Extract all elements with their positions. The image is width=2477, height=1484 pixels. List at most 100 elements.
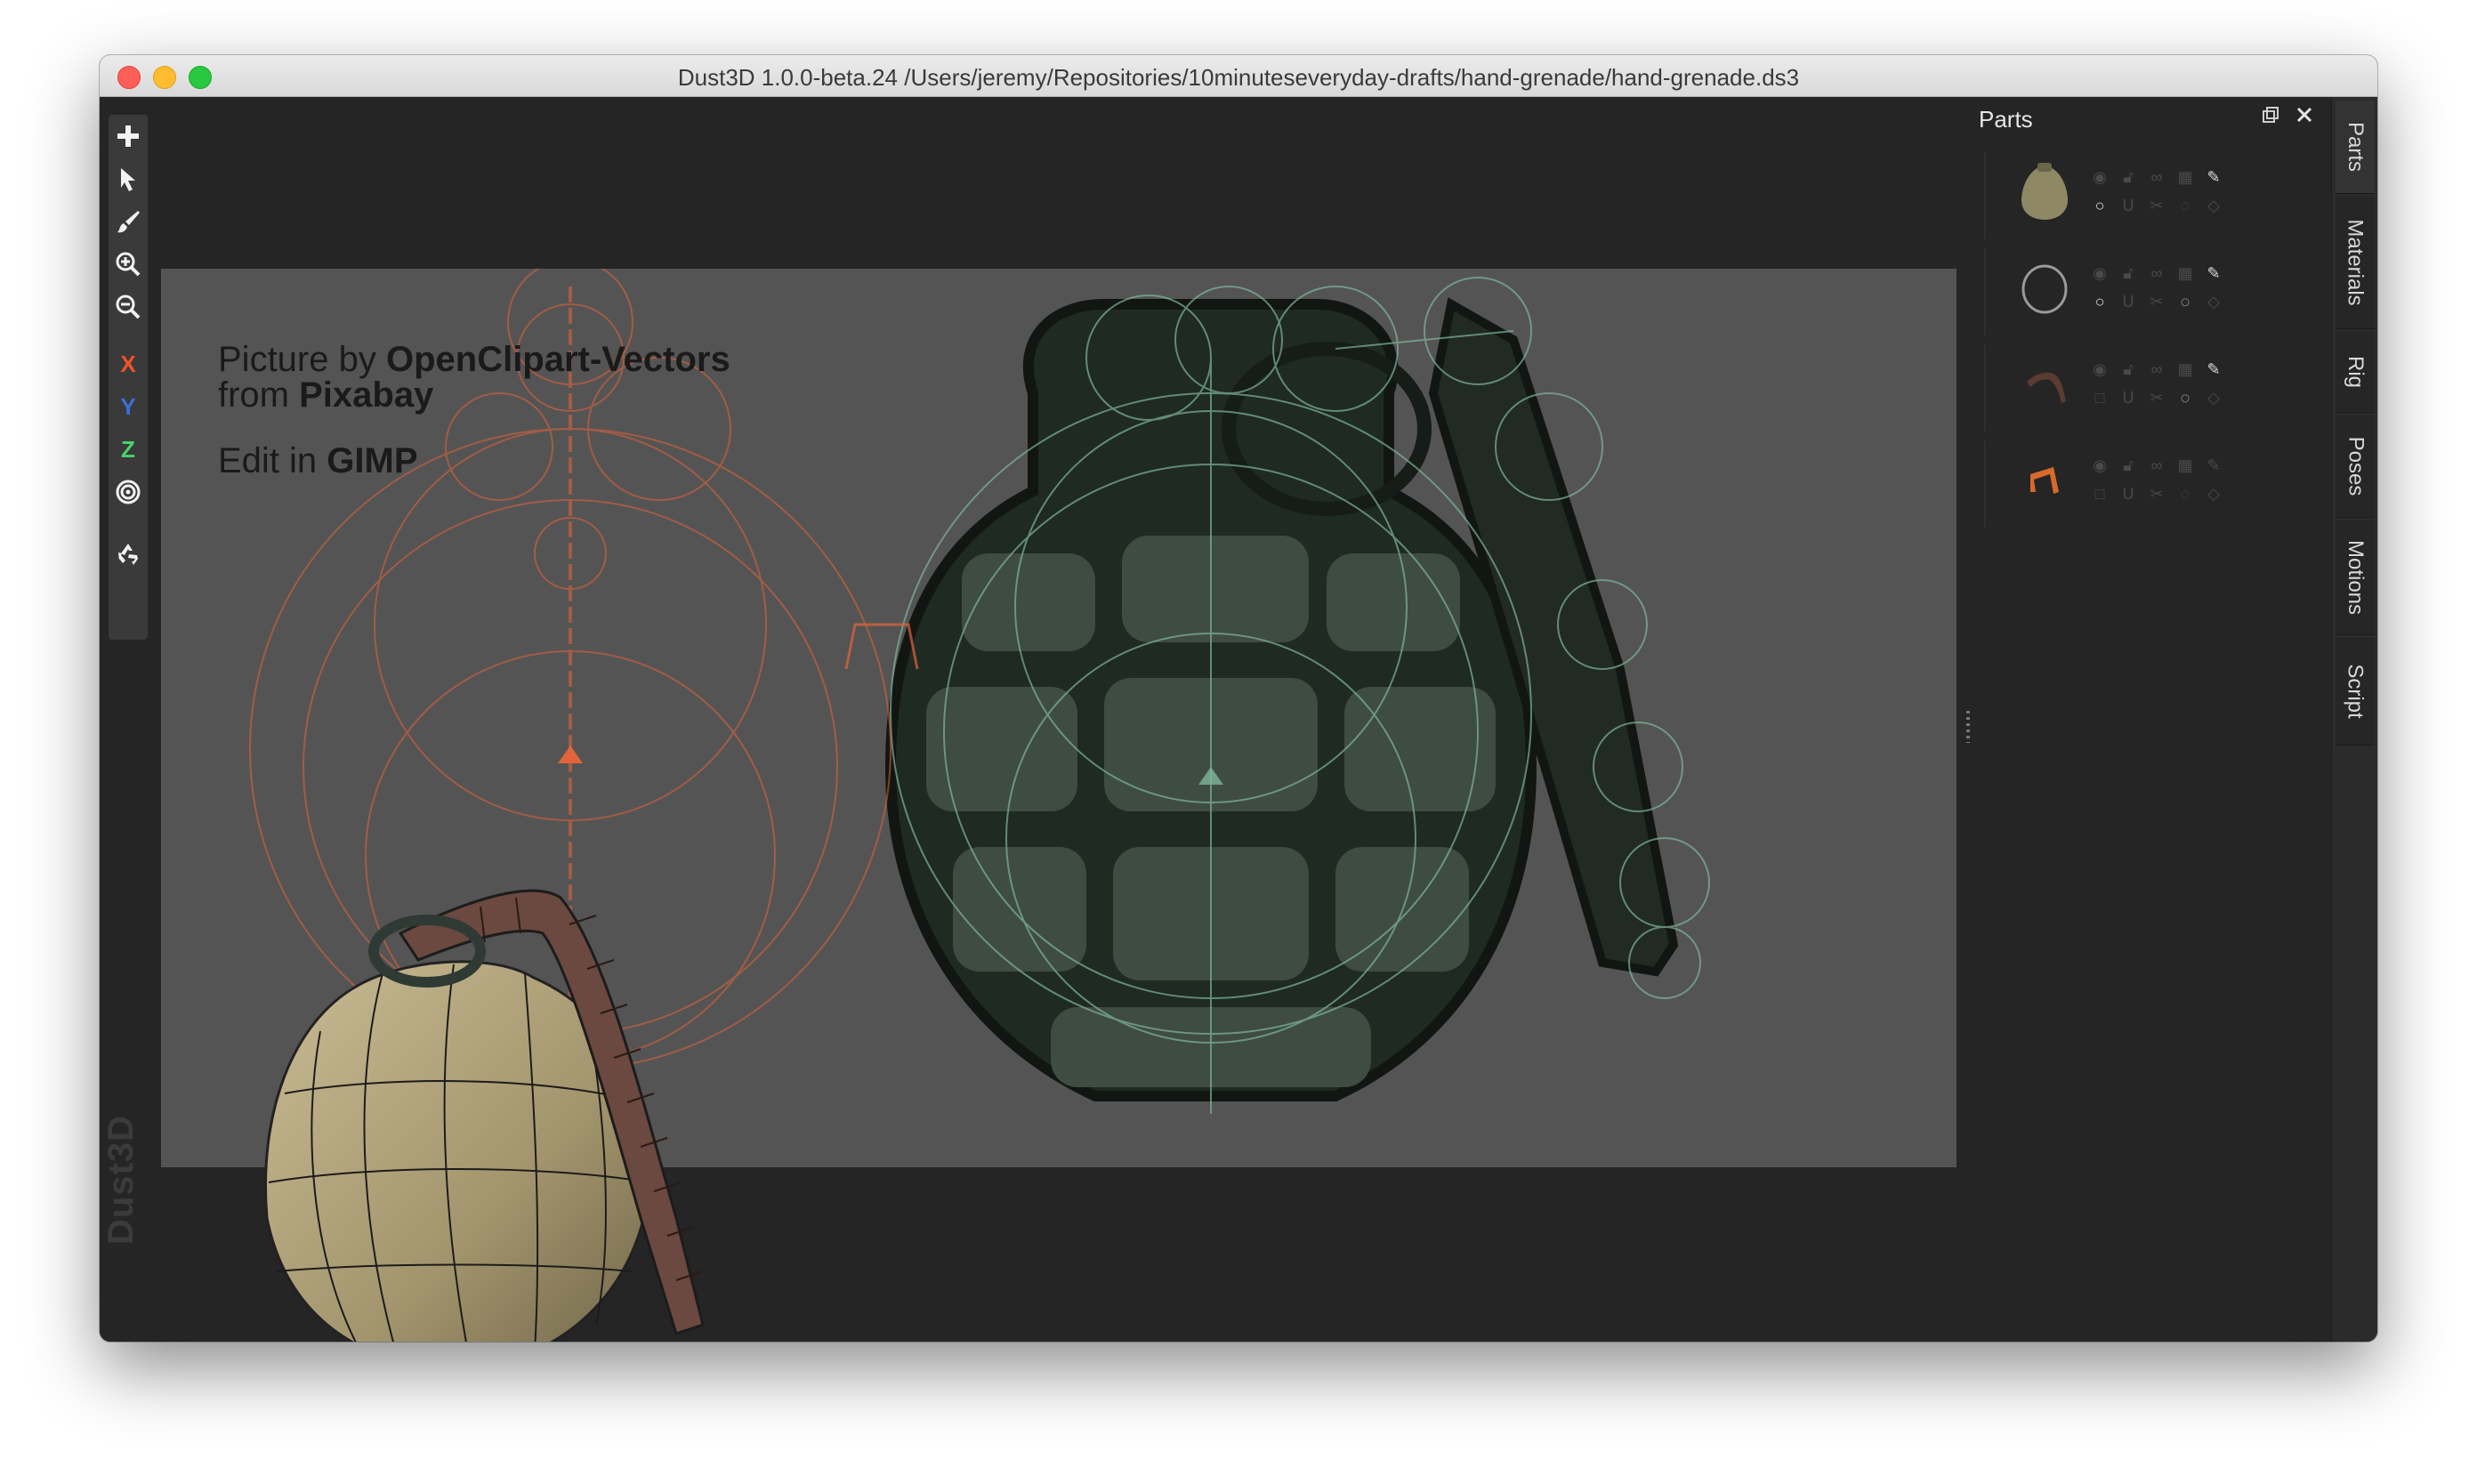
visibility-icon[interactable]: ◉ (2089, 455, 2110, 476)
part-thumbnail-ring (2021, 264, 2068, 314)
chamfer-icon[interactable]: ◇ (2203, 195, 2224, 216)
close-panel-button[interactable] (2294, 104, 2315, 125)
recycle-icon (118, 544, 138, 565)
credit-prefix-3: Edit in (218, 441, 327, 480)
link-icon[interactable]: ∞ (2146, 262, 2167, 284)
round-end-icon[interactable]: ◌ (2174, 291, 2196, 312)
panel-splitter[interactable] (1966, 711, 1970, 743)
model-preview (263, 889, 705, 1342)
cut-icon[interactable]: ✂ (2146, 195, 2167, 216)
add-node-button[interactable] (112, 120, 144, 152)
visibility-icon[interactable]: ◉ (2089, 166, 2110, 188)
visibility-icon[interactable]: ◉ (2089, 359, 2110, 380)
part-item-lever[interactable]: ◉ 🔓︎ ∞ ▦ ✎ □ U ✂ ◌ ◇ (1984, 344, 2253, 431)
chamfer-icon[interactable]: ◇ (2203, 483, 2224, 504)
link-icon[interactable]: ∞ (2146, 166, 2167, 188)
zoom-out-button[interactable] (112, 291, 144, 323)
part-thumbnail-body (2021, 163, 2068, 220)
tab-parts-label: Parts (2344, 121, 2368, 173)
credit-author: OpenClipart-Vectors (385, 340, 730, 379)
left-toolbar: X Y Z (109, 115, 148, 640)
radial-lock-button[interactable] (112, 476, 144, 508)
lock-icon[interactable]: 🔓︎ (2118, 359, 2139, 380)
y-axis-lock-button[interactable]: Y (112, 391, 144, 423)
close-icon (2296, 107, 2312, 123)
x-axis-lock-button[interactable]: X (112, 348, 144, 380)
subdivide-icon[interactable]: □ (2089, 387, 2110, 408)
mesh-icon[interactable]: ▦ (2174, 455, 2196, 476)
part-controls: ◉ 🔓︎ ∞ ▦ ✎ □ U ✂ ◌ ◇ (2089, 451, 2240, 508)
tab-materials-label: Materials (2344, 219, 2368, 306)
part-thumbnail-pin (2030, 467, 2059, 494)
subdivide-icon[interactable]: □ (2089, 483, 2110, 504)
magnet-icon[interactable]: U (2118, 195, 2139, 216)
magnet-icon[interactable]: U (2118, 483, 2139, 504)
float-panel-button[interactable] (2260, 104, 2281, 125)
zoom-in-button[interactable] (112, 248, 144, 280)
tab-script-label: Script (2344, 664, 2368, 719)
side-tab-bar: Parts Materials Rig Poses Motions Script (2331, 97, 2377, 1342)
cut-icon[interactable]: ✂ (2146, 483, 2167, 504)
grenade-illustration (884, 297, 1679, 1101)
tab-script[interactable]: Script (2336, 638, 2375, 746)
parts-panel: Parts ◉ 🔓︎ ∞ ▦ ✎ ○ U ✂ ◌ ◇ ◉ 🔓︎ ∞ ▦ ✎ ○ U ✂ ◌ ◇ (1977, 97, 2377, 1342)
part-controls: ◉ 🔓︎ ∞ ▦ ✎ ○ U ✂ ◌ ◇ (2089, 259, 2240, 316)
regenerate-button[interactable] (112, 538, 144, 570)
mesh-icon[interactable]: ▦ (2174, 262, 2196, 284)
lock-icon[interactable]: 🔓︎ (2118, 166, 2139, 188)
tab-motions[interactable]: Motions (2336, 520, 2375, 635)
paint-brush-button[interactable] (112, 206, 144, 238)
brand-watermark: Dust3D (101, 1114, 141, 1245)
magnet-icon[interactable]: U (2118, 291, 2139, 312)
subdivide-icon[interactable]: ○ (2089, 291, 2110, 312)
link-icon[interactable]: ∞ (2146, 455, 2167, 476)
lock-icon[interactable]: 🔓︎ (2118, 262, 2139, 284)
part-controls: ◉ 🔓︎ ∞ ▦ ✎ ○ U ✂ ◌ ◇ (2089, 163, 2240, 220)
credit-editor: GIMP (327, 441, 418, 480)
tab-poses[interactable]: Poses (2336, 415, 2375, 518)
link-icon[interactable]: ∞ (2146, 359, 2167, 380)
tab-parts[interactable]: Parts (2336, 101, 2375, 194)
tab-motions-label: Motions (2344, 539, 2368, 616)
main-content: X Y Z Dust3D Picture by OpenClipart-Vect… (100, 97, 2377, 1342)
part-item-pin[interactable]: ◉ 🔓︎ ∞ ▦ ✎ □ U ✂ ◌ ◇ (1984, 440, 2253, 528)
tab-materials[interactable]: Materials (2336, 197, 2375, 329)
color-picker-icon[interactable]: ✎ (2203, 262, 2224, 284)
paint-brush-icon (117, 211, 140, 233)
visibility-icon[interactable]: ◉ (2089, 262, 2110, 284)
round-end-icon[interactable]: ◌ (2174, 195, 2196, 216)
lock-icon[interactable]: 🔓︎ (2118, 455, 2139, 476)
title-bar: Dust3D 1.0.0-beta.24 /Users/jeremy/Repos… (100, 55, 2377, 97)
color-picker-icon[interactable]: ✎ (2203, 455, 2224, 476)
zoom-in-icon (116, 252, 141, 277)
add-icon (117, 125, 139, 147)
cut-icon[interactable]: ✂ (2146, 387, 2167, 408)
mesh-icon[interactable]: ▦ (2174, 359, 2196, 380)
color-picker-icon[interactable]: ✎ (2203, 359, 2224, 380)
round-end-icon[interactable]: ◌ (2174, 387, 2196, 408)
credit-source: Pixabay (299, 375, 434, 415)
tab-rig-label: Rig (2343, 355, 2368, 389)
app-window: Dust3D 1.0.0-beta.24 /Users/jeremy/Repos… (100, 55, 2377, 1342)
model-canvas[interactable]: Picture by OpenClipart-Vectors from Pixa… (160, 97, 2011, 1342)
credit-prefix-1: Picture by (218, 340, 386, 379)
credit-prefix-2: from (218, 375, 300, 415)
part-thumbnail-lever (2027, 372, 2066, 403)
chamfer-icon[interactable]: ◇ (2203, 291, 2224, 312)
z-axis-lock-button[interactable]: Z (112, 433, 144, 465)
part-item-body[interactable]: ◉ 🔓︎ ∞ ▦ ✎ ○ U ✂ ◌ ◇ (1984, 152, 2253, 239)
color-picker-icon[interactable]: ✎ (2203, 166, 2224, 188)
mesh-icon[interactable]: ▦ (2174, 166, 2196, 188)
subdivide-icon[interactable]: ○ (2089, 195, 2110, 216)
chamfer-icon[interactable]: ◇ (2203, 387, 2224, 408)
round-end-icon[interactable]: ◌ (2174, 483, 2196, 504)
magnet-icon[interactable]: U (2118, 387, 2139, 408)
tab-poses-label: Poses (2344, 436, 2368, 496)
part-item-ring[interactable]: ◉ 🔓︎ ∞ ▦ ✎ ○ U ✂ ◌ ◇ (1984, 248, 2253, 335)
parts-panel-title: Parts (1979, 106, 2033, 133)
cut-icon[interactable]: ✂ (2146, 291, 2167, 312)
reference-credit: Picture by OpenClipart-Vectors from Pixa… (218, 342, 730, 479)
select-button[interactable] (112, 163, 144, 195)
tab-rig[interactable]: Rig (2336, 332, 2375, 413)
part-controls: ◉ 🔓︎ ∞ ▦ ✎ □ U ✂ ◌ ◇ (2089, 355, 2240, 412)
